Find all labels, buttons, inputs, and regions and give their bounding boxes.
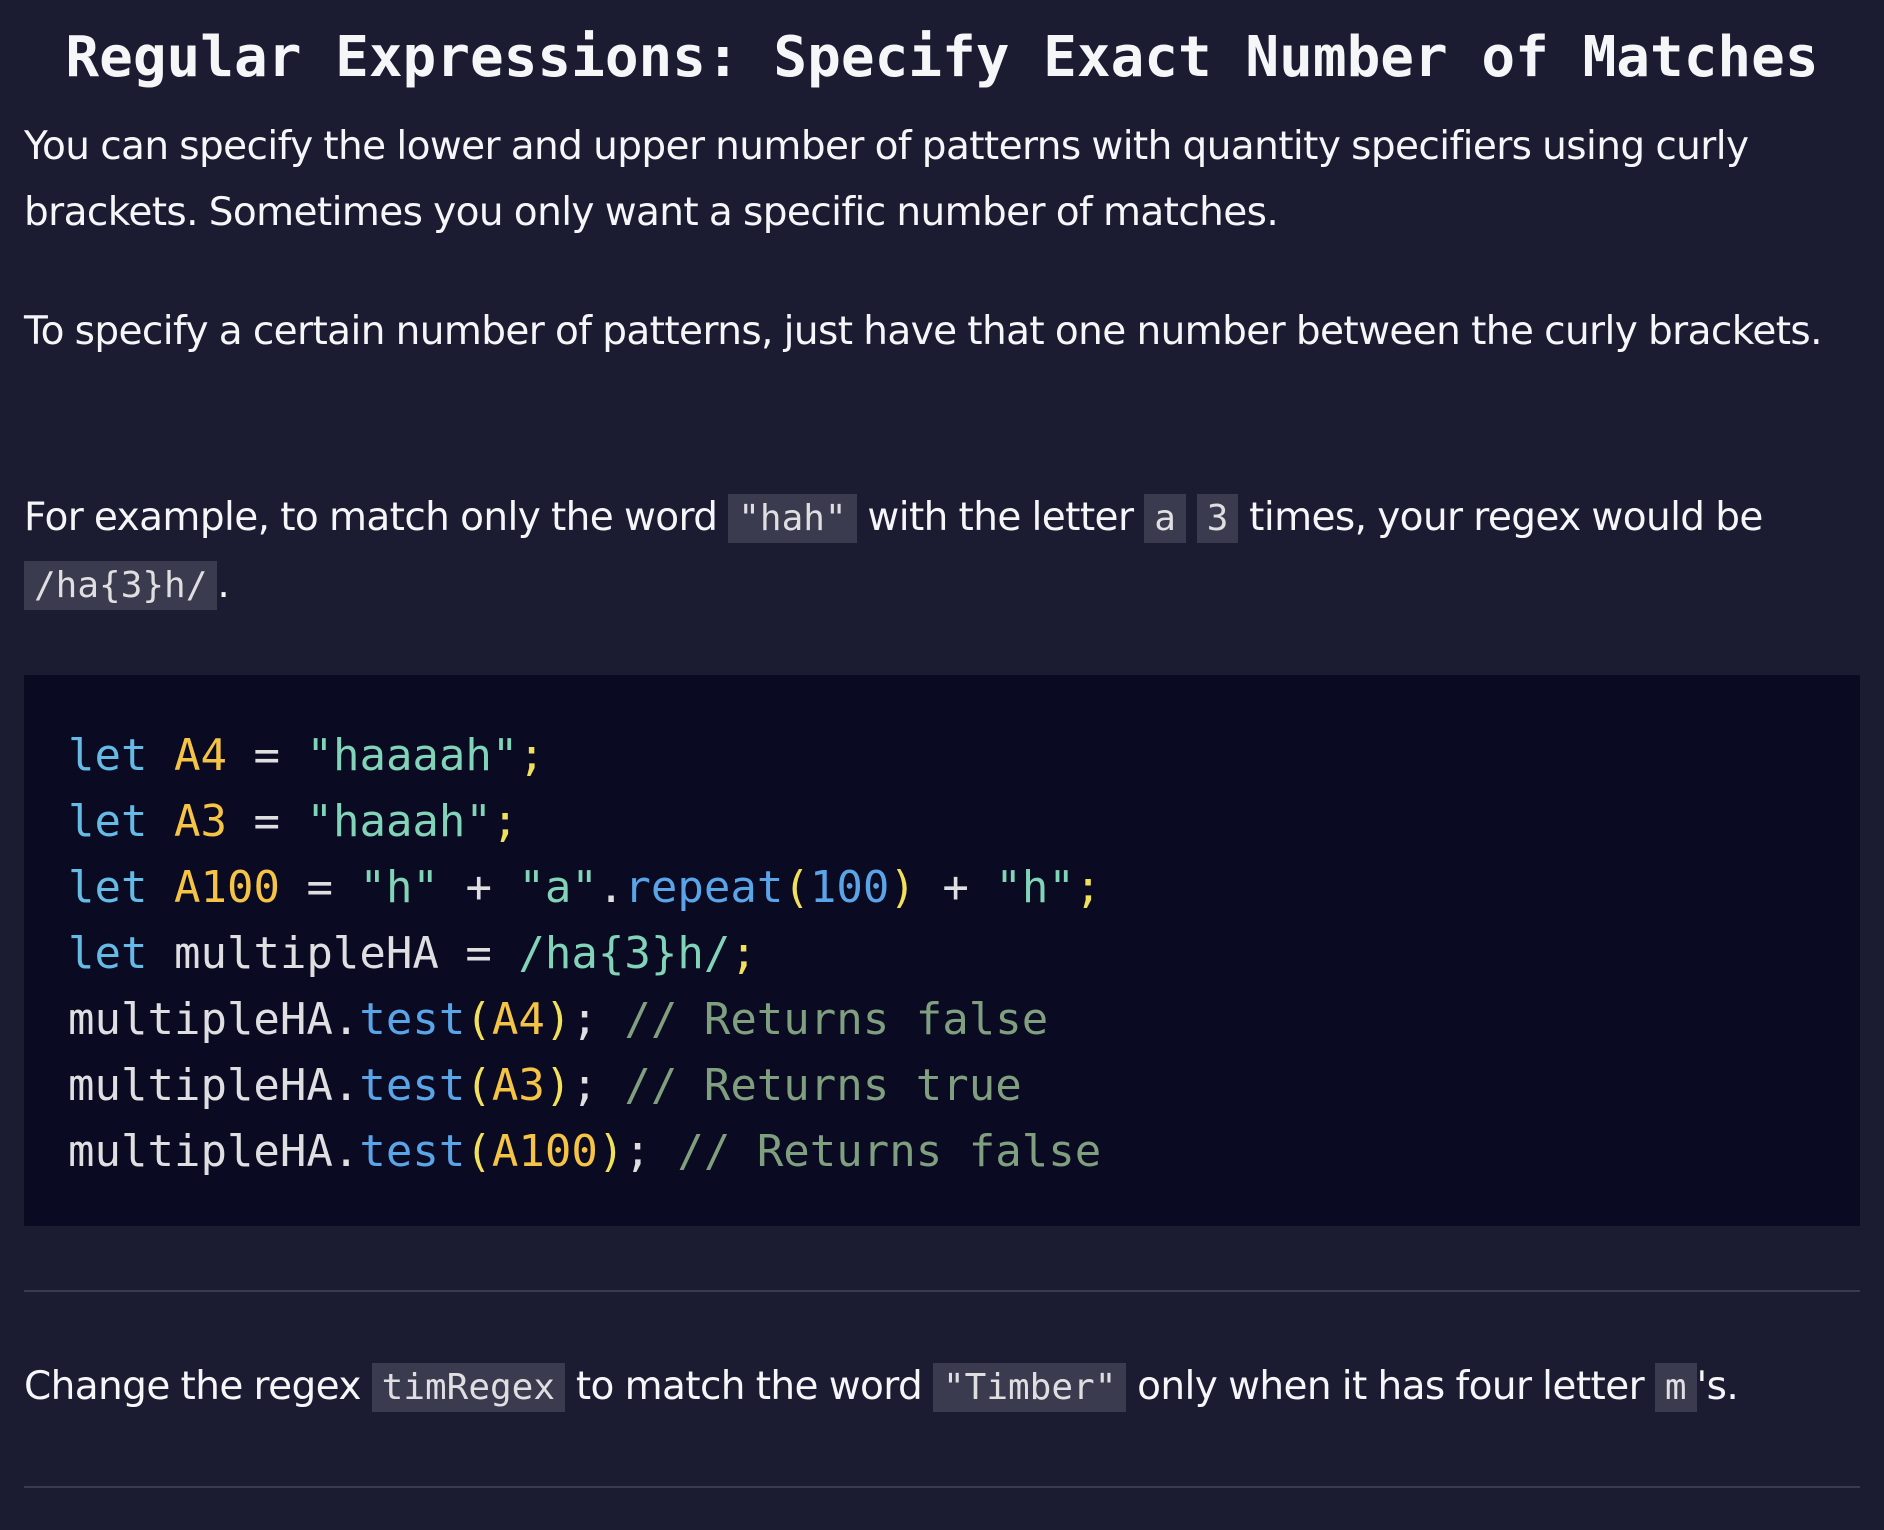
comment: // Returns false	[624, 994, 1049, 1045]
text-segment: 's.	[1696, 1364, 1739, 1409]
punctuation: ;	[491, 796, 519, 847]
string: "h"	[995, 862, 1075, 913]
text-segment: with the letter	[856, 495, 1145, 540]
inline-code-a: a	[1144, 494, 1186, 543]
punctuation: )	[597, 1126, 625, 1177]
description-paragraph-3: For example, to match only the word "hah…	[24, 485, 1860, 619]
section-divider	[24, 1486, 1860, 1488]
code-line-2: let A3 = "haaah";	[68, 789, 1816, 855]
punctuation: (	[465, 994, 492, 1045]
argument: A4	[491, 994, 545, 1045]
regex-literal: /ha{3}h/	[518, 928, 731, 979]
inline-code-regex: /ha{3}h/	[24, 561, 218, 610]
method: repeat	[624, 862, 784, 913]
code-line-7: multipleHA.test(A100); // Returns false	[68, 1119, 1816, 1185]
punctuation: .	[332, 1060, 360, 1111]
punctuation: ;	[571, 994, 598, 1045]
inline-code-3: 3	[1196, 494, 1239, 543]
description-paragraph-1: You can specify the lower and upper numb…	[24, 124, 1749, 235]
comment: // Returns true	[624, 1060, 1022, 1111]
operator: =	[306, 862, 333, 913]
keyword: let	[68, 730, 148, 781]
instructions-paragraph: Change the regex timRegex to match the w…	[24, 1354, 1860, 1421]
challenge-page: Regular Expressions: Specify Exact Numbe…	[0, 0, 1884, 1530]
inline-code-timber: "Timber"	[932, 1363, 1127, 1412]
object: multipleHA	[68, 1060, 333, 1111]
operator: =	[253, 796, 280, 847]
punctuation: .	[597, 862, 625, 913]
text-segment: For example, to match only the word	[24, 495, 729, 540]
text-segment: Change the regex	[24, 1364, 372, 1409]
punctuation: ;	[624, 1126, 651, 1177]
code-line-3: let A100 = "h" + "a".repeat(100) + "h";	[68, 855, 1816, 921]
text-segment: only when it has four letter	[1126, 1364, 1655, 1409]
string: "haaaah"	[306, 730, 519, 781]
string: "h"	[359, 862, 439, 913]
operator: =	[465, 928, 492, 979]
inline-code-hah: "hah"	[728, 494, 857, 543]
punctuation: .	[332, 1126, 360, 1177]
code-line-6: multipleHA.test(A3); // Returns true	[68, 1053, 1816, 1119]
text-segment: to match the word	[565, 1364, 933, 1409]
string: "haaah"	[306, 796, 492, 847]
punctuation: ;	[571, 1060, 598, 1111]
operator: +	[942, 862, 969, 913]
variable: A4	[173, 730, 227, 781]
punctuation: .	[332, 994, 360, 1045]
method: test	[359, 994, 466, 1045]
punctuation: ;	[518, 730, 545, 781]
inline-code-timregex: timRegex	[371, 1363, 566, 1412]
variable: multipleHA	[173, 928, 439, 979]
code-line-4: let multipleHA = /ha{3}h/;	[68, 921, 1816, 987]
punctuation: )	[544, 1060, 572, 1111]
argument: A100	[491, 1126, 598, 1177]
keyword: let	[68, 862, 148, 913]
code-example-block: let A4 = "haaaah"; let A3 = "haaah"; let…	[24, 675, 1860, 1226]
argument: A3	[491, 1060, 545, 1111]
punctuation: (	[465, 1060, 492, 1111]
text-segment: .	[217, 562, 230, 607]
code-line-1: let A4 = "haaaah";	[68, 723, 1816, 789]
object: multipleHA	[68, 1126, 333, 1177]
operator: =	[253, 730, 280, 781]
punctuation: ;	[1074, 862, 1102, 913]
code-line-5: multipleHA.test(A4); // Returns false	[68, 987, 1816, 1053]
method: test	[359, 1126, 466, 1177]
number: 100	[809, 862, 890, 913]
method: test	[359, 1060, 466, 1111]
keyword: let	[68, 928, 148, 979]
page-title: Regular Expressions: Specify Exact Numbe…	[65, 25, 1819, 90]
punctuation: ;	[730, 928, 757, 979]
punctuation: (	[783, 862, 810, 913]
operator: +	[465, 862, 492, 913]
punctuation: (	[465, 1126, 492, 1177]
section-divider	[24, 1290, 1860, 1292]
description-paragraph-2: To specify a certain number of patterns,…	[24, 309, 1823, 354]
punctuation: )	[544, 994, 572, 1045]
text-segment: times, your regex would be	[1238, 495, 1763, 540]
keyword: let	[68, 796, 148, 847]
variable: A3	[173, 796, 227, 847]
variable: A100	[173, 862, 280, 913]
string: "a"	[518, 862, 598, 913]
text-segment	[1186, 495, 1197, 540]
punctuation: )	[889, 862, 916, 913]
inline-code-m: m	[1654, 1363, 1697, 1412]
object: multipleHA	[68, 994, 333, 1045]
comment: // Returns false	[677, 1126, 1102, 1177]
